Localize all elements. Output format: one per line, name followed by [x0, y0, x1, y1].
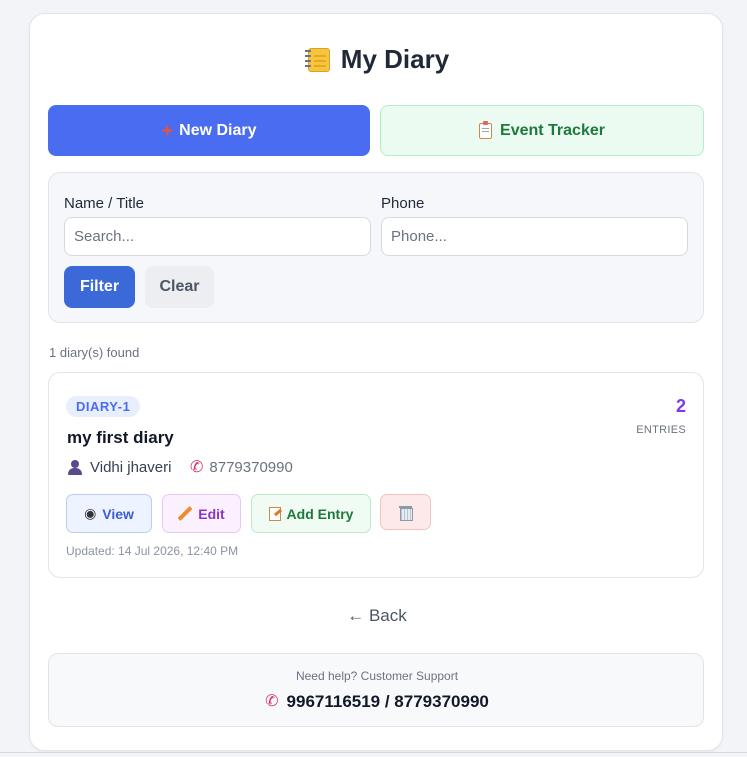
pencil-icon — [178, 507, 192, 521]
memo-icon — [268, 506, 281, 521]
person-icon — [68, 460, 82, 475]
name-title-label: Name / Title — [64, 195, 145, 212]
page-title-text: My Diary — [340, 44, 450, 74]
page-divider — [0, 752, 747, 753]
diary-panel: My Diary + New Diary Event Tracker Name … — [29, 13, 723, 751]
delete-button[interactable] — [380, 494, 431, 530]
phone-label: Phone — [381, 195, 425, 212]
filter-panel: Name / Title Phone Filter Clear — [48, 172, 704, 323]
diary-phone: ✆ 8779370990 — [190, 459, 293, 476]
owner-name: Vidhi jhaveri — [90, 459, 172, 476]
new-diary-button[interactable]: + New Diary — [48, 105, 370, 156]
notebook-icon — [304, 46, 331, 74]
view-button[interactable]: ◉ View — [66, 494, 152, 533]
support-phone-numbers: 9967116519 / 8779370990 — [286, 692, 489, 711]
diary-title: my first diary — [67, 428, 174, 447]
phone-input[interactable] — [381, 217, 688, 256]
support-box: Need help? Customer Support ✆ 9967116519… — [48, 653, 704, 727]
trash-icon — [399, 505, 413, 521]
event-tracker-label: Event Tracker — [500, 121, 605, 139]
diary-owner: Vidhi jhaveri — [68, 459, 171, 476]
add-entry-button[interactable]: Add Entry — [251, 494, 371, 533]
filter-button[interactable]: Filter — [64, 266, 135, 308]
clipboard-icon — [479, 120, 493, 139]
diary-card: DIARY-1 my first diary Vidhi jhaveri ✆ 8… — [48, 372, 704, 578]
new-diary-label: New Diary — [179, 121, 257, 139]
clear-button[interactable]: Clear — [145, 266, 214, 308]
edit-button[interactable]: Edit — [162, 494, 241, 533]
name-search-input[interactable] — [64, 217, 371, 256]
edit-label: Edit — [198, 505, 225, 522]
phone-icon: ✆ — [190, 458, 204, 476]
updated-timestamp: Updated: 14 Jul 2026, 12:40 PM — [66, 544, 239, 558]
view-label: View — [102, 505, 134, 522]
page-title: My Diary — [30, 44, 724, 75]
diary-id-badge: DIARY-1 — [66, 396, 141, 417]
event-tracker-button[interactable]: Event Tracker — [380, 105, 704, 156]
phone-icon: ✆ — [265, 693, 279, 710]
add-entry-label: Add Entry — [286, 505, 354, 522]
entries-label: ENTRIES — [636, 424, 686, 436]
plus-icon: + — [161, 119, 174, 142]
support-phones: ✆ 9967116519 / 8779370990 — [49, 692, 705, 712]
eye-icon: ◉ — [84, 505, 97, 521]
entries-count: 2 — [675, 396, 686, 416]
back-link[interactable]: ← Back — [30, 606, 724, 626]
diary-phone-number: 8779370990 — [209, 459, 293, 476]
support-text: Need help? Customer Support — [295, 669, 459, 683]
results-count: 1 diary(s) found — [49, 345, 140, 360]
